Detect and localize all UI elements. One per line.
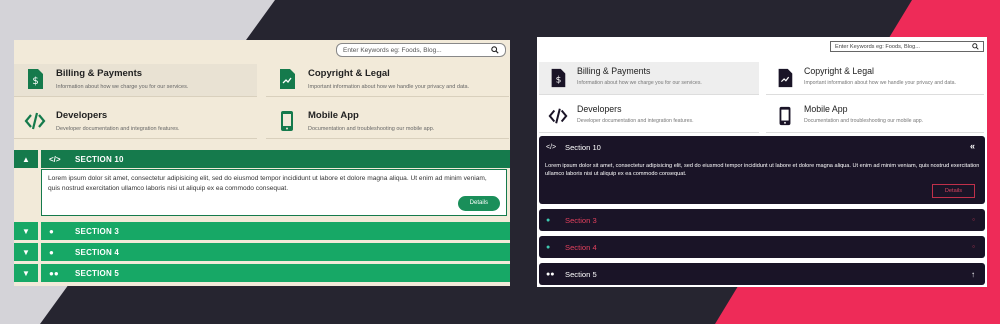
circle-icon[interactable]: ○	[972, 217, 975, 223]
legal-icon	[778, 68, 793, 88]
chevron-down-icon[interactable]: ▼	[14, 222, 38, 240]
right-card-developers[interactable]: Developers Developer documentation and in…	[539, 100, 759, 133]
code-icon: </>	[49, 154, 61, 164]
card-desc: Important information about how we handl…	[308, 84, 470, 90]
left-search-input[interactable]: Enter Keywords eg: Foods, Blog...	[343, 47, 491, 54]
users-icon: ●●	[49, 268, 59, 278]
apple-icon: ●	[49, 247, 54, 257]
right-accordion-section-4[interactable]: ● Section 4 ○	[539, 236, 985, 258]
card-title: Mobile App	[804, 104, 848, 114]
right-accordion-section-10: </> Section 10 « Lorem ipsum dolor sit a…	[539, 136, 985, 204]
mobile-icon	[281, 111, 293, 131]
search-icon[interactable]	[491, 46, 499, 54]
right-accordion-section-5[interactable]: ●● Section 5 ↑	[539, 263, 985, 285]
section-label: Section 10	[565, 142, 601, 152]
right-card-copyright[interactable]: Copyright & Legal Important information a…	[766, 62, 984, 95]
left-accordion-section-3[interactable]: ▼ ● SECTION 3	[14, 222, 510, 240]
double-chevron-left-icon[interactable]: «	[970, 141, 975, 151]
right-card-mobile[interactable]: Mobile App Documentation and troubleshoot…	[766, 100, 984, 133]
section-label: Section 3	[565, 215, 597, 225]
billing-icon: $	[551, 68, 566, 88]
right-help-center-panel: Enter Keywords eg: Foods, Blog... $ Bill…	[537, 37, 987, 287]
search-icon[interactable]	[972, 43, 979, 50]
section-label: Section 4	[565, 242, 597, 252]
chevron-up-icon[interactable]: ▲	[14, 150, 38, 168]
left-help-center-panel: Enter Keywords eg: Foods, Blog... $ Bill…	[14, 40, 510, 286]
left-card-billing[interactable]: $ Billing & Payments Information about ho…	[14, 64, 257, 97]
card-title: Copyright & Legal	[308, 68, 390, 79]
right-search-box[interactable]: Enter Keywords eg: Foods, Blog...	[830, 41, 984, 52]
chat-icon: ●	[49, 226, 54, 236]
apple-icon: ●	[546, 243, 551, 251]
section-label: SECTION 10	[75, 154, 124, 164]
card-desc: Developer documentation and integration …	[577, 118, 694, 124]
legal-icon	[280, 69, 295, 89]
chevron-down-icon[interactable]: ▼	[14, 264, 38, 282]
section-label: SECTION 3	[75, 226, 120, 236]
card-desc: Documentation and troubleshooting our mo…	[308, 126, 435, 132]
card-title: Billing & Payments	[577, 66, 651, 76]
card-desc: Information about how we charge you for …	[56, 84, 189, 90]
circle-icon[interactable]: ○	[972, 244, 975, 250]
left-accordion-section-4[interactable]: ▼ ● SECTION 4	[14, 243, 510, 261]
section-label: SECTION 5	[75, 268, 120, 278]
left-accordion-section-5[interactable]: ▼ ●● SECTION 5	[14, 264, 510, 282]
mobile-icon	[779, 106, 791, 126]
card-desc: Documentation and troubleshooting our mo…	[804, 118, 924, 124]
section-label: SECTION 4	[75, 247, 120, 257]
card-desc: Developer documentation and integration …	[56, 126, 180, 132]
right-accordion-section-3[interactable]: ● Section 3 ○	[539, 209, 985, 231]
svg-text:$: $	[556, 76, 562, 86]
right-search-input[interactable]: Enter Keywords eg: Foods, Blog...	[835, 44, 972, 50]
left-search-box[interactable]: Enter Keywords eg: Foods, Blog...	[336, 43, 506, 57]
arrow-up-icon[interactable]: ↑	[971, 270, 975, 279]
left-card-copyright[interactable]: Copyright & Legal Important information a…	[266, 64, 509, 97]
left-accordion-section-10[interactable]: ▲ </> SECTION 10	[14, 150, 510, 168]
left-card-mobile[interactable]: Mobile App Documentation and troubleshoot…	[266, 106, 509, 139]
code-icon: </>	[546, 143, 557, 151]
details-button[interactable]: Details	[457, 195, 500, 211]
card-title: Developers	[56, 110, 108, 121]
section-10-header[interactable]: </> Section 10 «	[539, 136, 985, 158]
card-title: Developers	[577, 104, 622, 114]
chevron-down-icon[interactable]: ▼	[14, 243, 38, 261]
svg-text:$: $	[32, 76, 38, 87]
details-button[interactable]: Details	[931, 184, 975, 198]
code-icon	[548, 108, 568, 124]
card-desc: Information about how we charge you for …	[577, 80, 702, 86]
section-body-text: Lorem ipsum dolor sit amet, consectetur …	[48, 175, 487, 192]
users-icon: ●●	[546, 270, 555, 278]
code-icon	[24, 112, 46, 130]
right-card-billing[interactable]: $ Billing & Payments Information about ho…	[539, 62, 759, 95]
billing-icon: $	[28, 69, 43, 89]
left-card-developers[interactable]: Developers Developer documentation and in…	[14, 106, 257, 139]
left-section-10-body: Lorem ipsum dolor sit amet, consectetur …	[41, 169, 507, 216]
chat-icon: ●	[546, 216, 551, 224]
card-title: Mobile App	[308, 110, 359, 121]
card-title: Copyright & Legal	[804, 66, 874, 76]
section-body-text: Lorem ipsum dolor sit amet, consectetur …	[545, 163, 980, 178]
card-title: Billing & Payments	[56, 68, 143, 79]
section-label: Section 5	[565, 269, 597, 279]
card-desc: Important information about how we handl…	[804, 80, 956, 86]
